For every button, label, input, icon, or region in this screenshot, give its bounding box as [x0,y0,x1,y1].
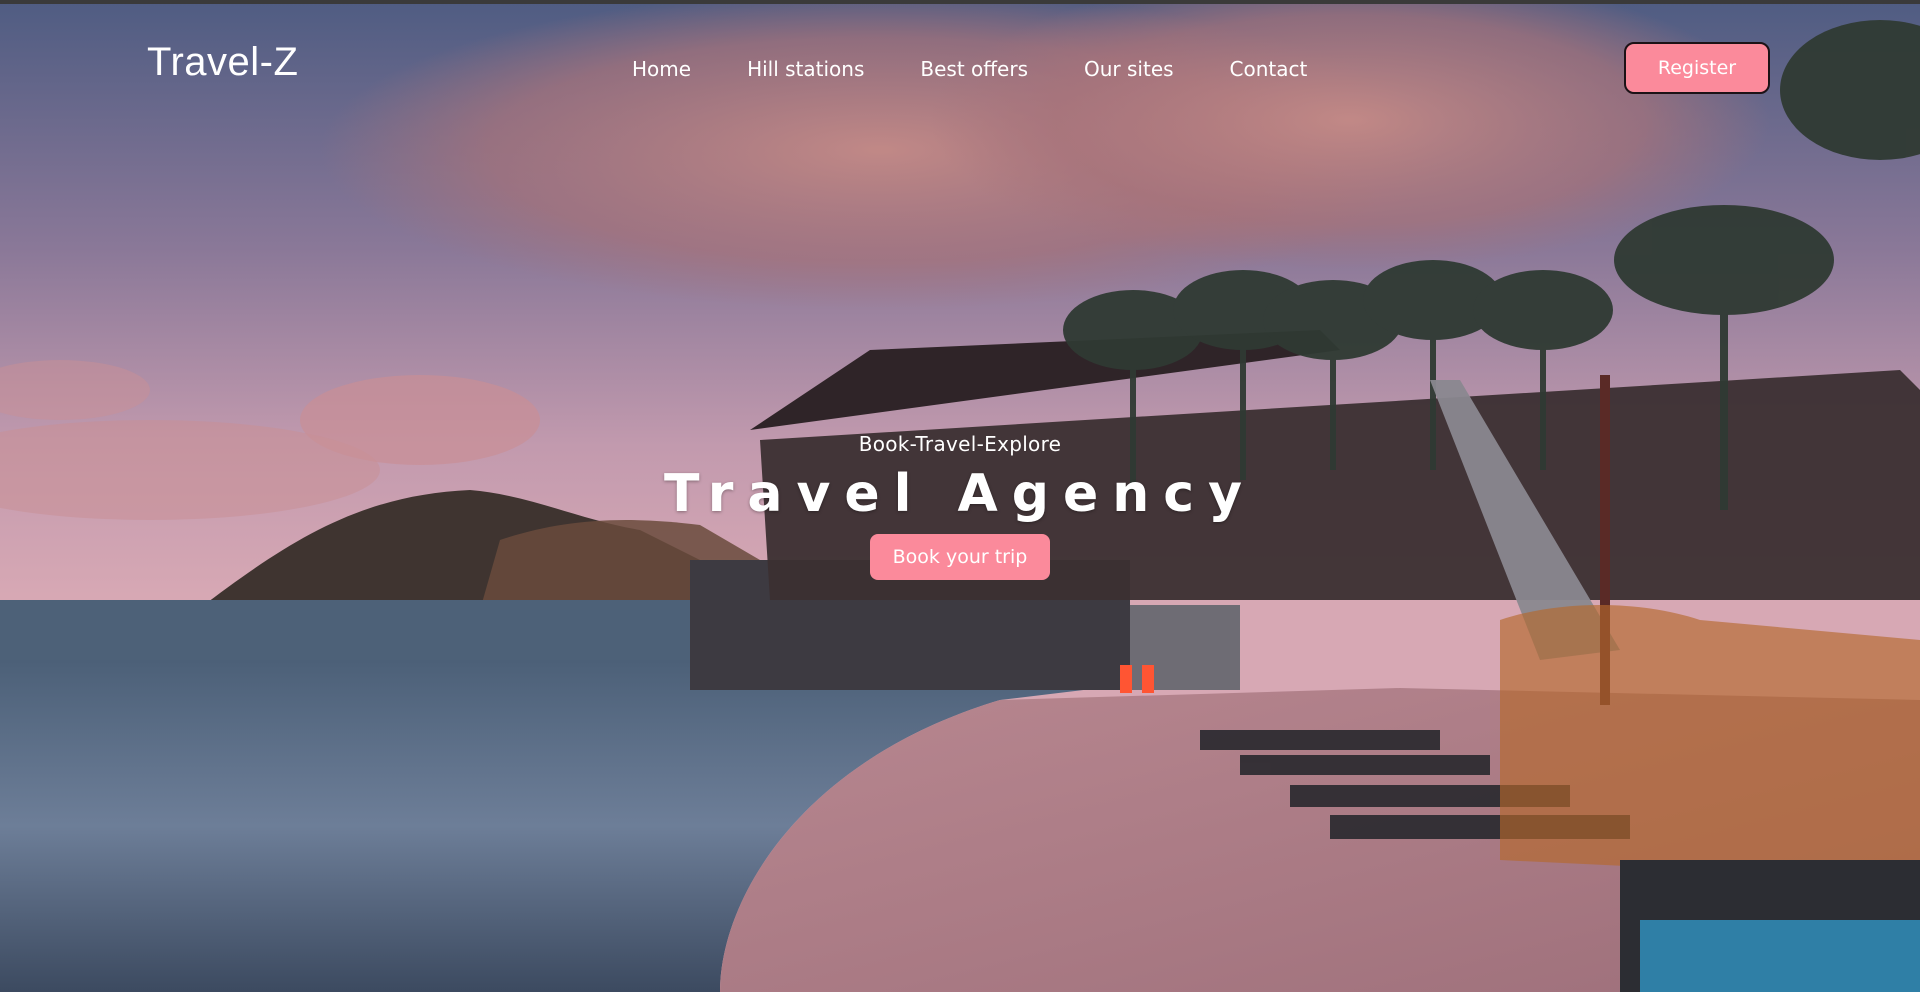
main-navigation: Home Hill stations Best offers Our sites… [632,55,1363,83]
brand-logo[interactable]: Travel-Z [147,40,298,85]
hero-tagline: Book-Travel-Explore [858,432,1062,456]
top-border [0,0,1920,4]
nav-link-home[interactable]: Home [632,55,691,83]
nav-link-contact[interactable]: Contact [1230,55,1308,83]
hero-title: Travel Agency [663,464,1257,524]
register-button[interactable]: Register [1624,42,1770,94]
book-trip-button[interactable]: Book your trip [870,534,1050,580]
nav-link-hill-stations[interactable]: Hill stations [747,55,864,83]
nav-link-our-sites[interactable]: Our sites [1084,55,1174,83]
hero-content: Book-Travel-Explore Travel Agency Book y… [0,428,1920,580]
nav-link-best-offers[interactable]: Best offers [920,55,1028,83]
